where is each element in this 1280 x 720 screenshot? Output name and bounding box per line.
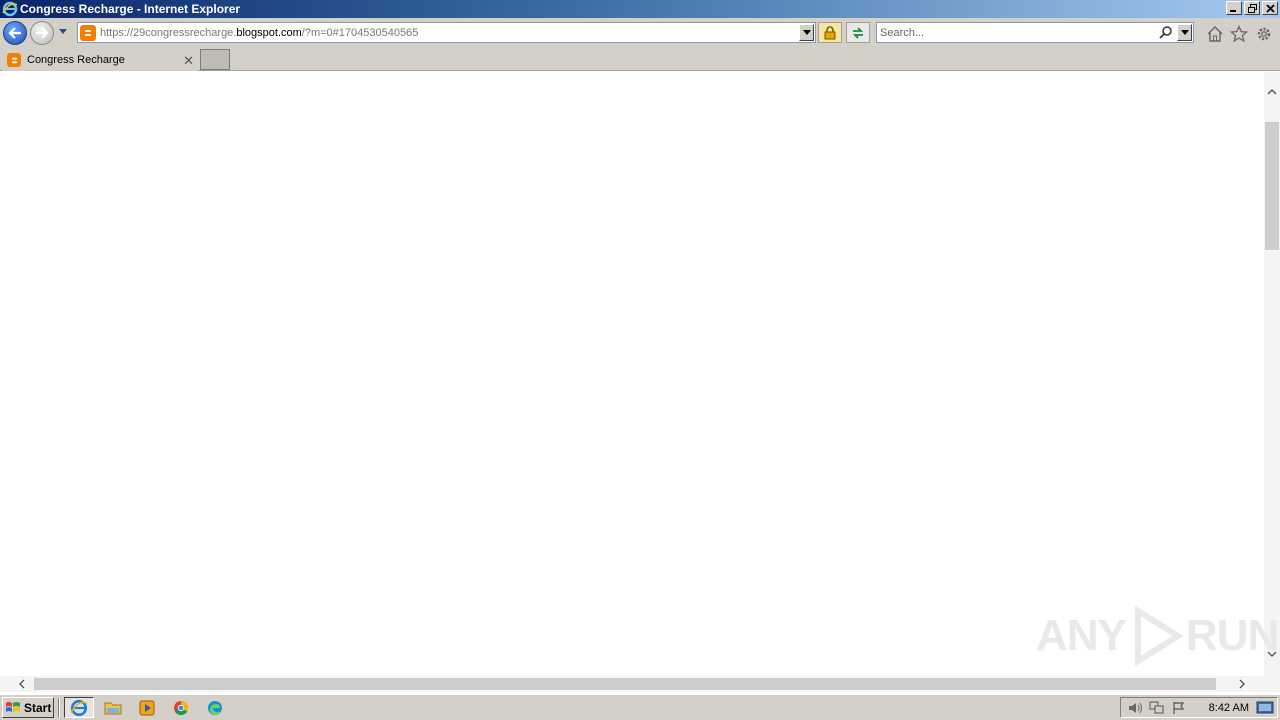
action-center-flag-icon[interactable] — [1171, 700, 1187, 716]
horizontal-scrollbar[interactable] — [0, 676, 1264, 692]
blogger-icon — [7, 53, 21, 67]
address-dropdown-button[interactable] — [799, 24, 814, 41]
refresh-button[interactable] — [846, 22, 870, 43]
tab-bar: Congress Recharge ✕ — [0, 48, 1280, 71]
horizontal-scroll-thumb[interactable] — [34, 678, 1216, 690]
blogger-icon — [80, 24, 96, 41]
close-icon — [1265, 3, 1275, 13]
lock-icon — [824, 25, 836, 39]
taskbar-internet-explorer[interactable] — [64, 697, 94, 718]
tab-label: Congress Recharge — [27, 54, 125, 66]
taskbar-edge[interactable] — [200, 697, 230, 718]
watermark-right-text: RUN — [1185, 611, 1279, 660]
new-tab-button[interactable] — [200, 49, 230, 70]
start-label: Start — [24, 700, 52, 715]
show-desktop-icon[interactable] — [1256, 700, 1274, 716]
search-icon[interactable] — [1159, 25, 1173, 39]
search-box[interactable] — [876, 22, 1194, 43]
back-button[interactable] — [3, 21, 27, 45]
internet-explorer-icon — [2, 1, 18, 17]
address-bar[interactable]: https://29congressrecharge.blogspot.com/… — [77, 22, 816, 43]
edge-icon — [208, 700, 222, 715]
forward-arrow-icon — [36, 27, 49, 39]
forward-button[interactable] — [30, 21, 54, 45]
chevron-down-icon — [802, 30, 811, 35]
search-input[interactable] — [880, 23, 1150, 42]
tab-close-icon[interactable]: ✕ — [183, 53, 194, 69]
chevron-down-icon — [1180, 30, 1189, 35]
system-tray: 8:42 AM — [1120, 697, 1278, 718]
watermark-left-text: ANY — [1036, 611, 1127, 660]
back-arrow-icon — [8, 27, 21, 39]
vertical-scrollbar[interactable] — [1264, 72, 1280, 676]
restore-button[interactable] — [1244, 1, 1260, 15]
taskbar: Start 8:42 AM — [0, 694, 1280, 720]
file-explorer-icon — [104, 702, 122, 714]
minimize-icon — [1230, 10, 1236, 12]
taskbar-file-explorer[interactable] — [98, 697, 128, 718]
window-title: Congress Recharge - Internet Explorer — [20, 2, 241, 16]
media-player-icon — [139, 700, 155, 715]
scroll-right-icon[interactable] — [1236, 678, 1248, 690]
tab-congress-recharge[interactable]: Congress Recharge ✕ — [2, 49, 198, 71]
home-icon[interactable] — [1206, 25, 1224, 43]
url-domain: blogspot.com — [236, 26, 302, 39]
network-icon[interactable] — [1149, 700, 1165, 716]
play-logo-icon — [1134, 606, 1184, 666]
internet-explorer-icon — [70, 699, 88, 716]
scrollbar-corner — [1264, 676, 1280, 692]
refresh-icon — [852, 26, 864, 39]
taskbar-media-player[interactable] — [132, 697, 162, 718]
vertical-scroll-thumb[interactable] — [1265, 122, 1279, 250]
scroll-up-icon[interactable] — [1266, 86, 1278, 98]
windows-logo-icon — [6, 701, 20, 712]
taskbar-chrome[interactable] — [166, 697, 196, 718]
minimize-button[interactable] — [1226, 1, 1242, 15]
page-content — [0, 72, 1264, 676]
url-text[interactable]: https://29congressrecharge.blogspot.com/… — [100, 27, 418, 39]
search-provider-dropdown[interactable] — [1177, 24, 1192, 41]
url-suffix: /?m=0#1704530540565 — [301, 26, 419, 39]
navigation-bar: https://29congressrecharge.blogspot.com/… — [0, 18, 1280, 48]
close-button[interactable] — [1262, 1, 1278, 15]
clock[interactable]: 8:42 AM — [1209, 702, 1249, 714]
chrome-icon — [174, 700, 189, 715]
restore-icon — [1247, 3, 1257, 13]
url-prefix: https://29congressrecharge. — [100, 26, 237, 39]
volume-icon[interactable] — [1127, 700, 1143, 716]
gear-icon[interactable] — [1255, 25, 1273, 43]
anyrun-watermark: ANY RUN — [1036, 606, 1279, 666]
taskbar-separator — [58, 698, 60, 717]
scroll-left-icon[interactable] — [16, 678, 28, 690]
recent-pages-dropdown-icon[interactable] — [58, 28, 68, 36]
favorites-star-icon[interactable] — [1230, 25, 1248, 43]
title-bar: Congress Recharge - Internet Explorer — [0, 0, 1280, 18]
security-lock-button[interactable] — [818, 22, 842, 43]
start-button[interactable]: Start — [2, 697, 54, 718]
